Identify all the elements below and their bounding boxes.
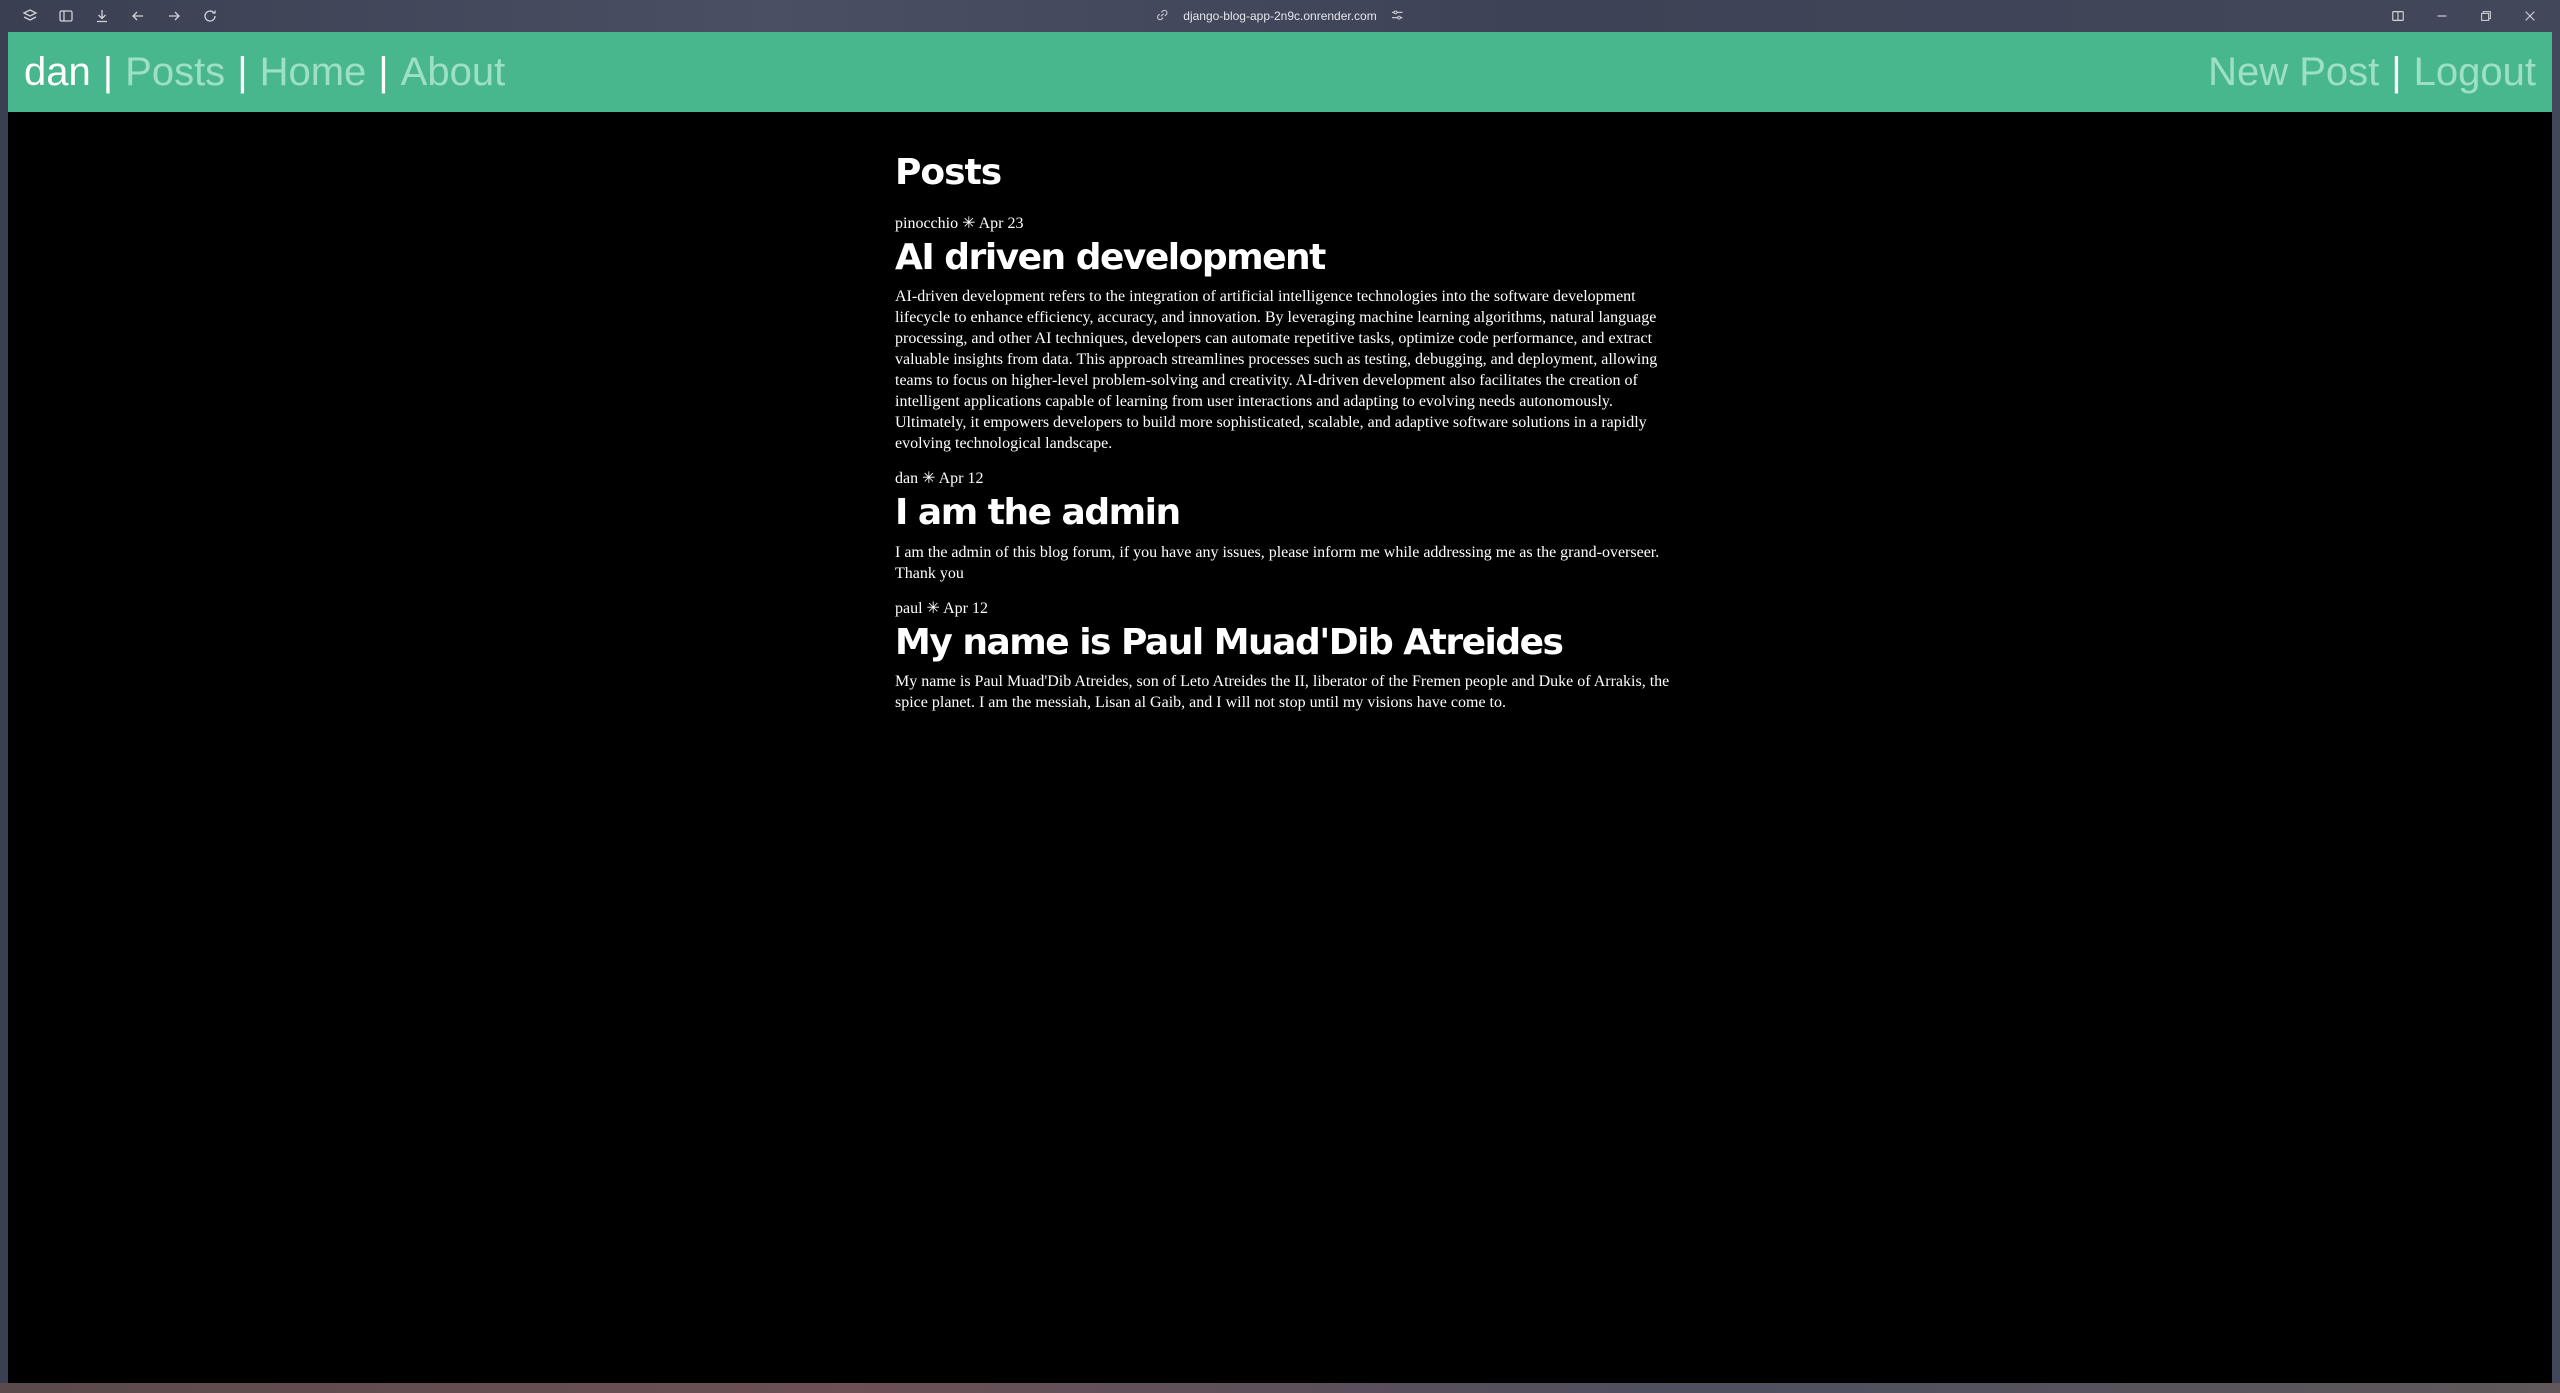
nav-link-about[interactable]: About	[401, 50, 506, 95]
nav-separator: |	[2391, 49, 2402, 94]
nav-link-home[interactable]: Home	[260, 50, 367, 95]
browser-nav-controls	[0, 0, 228, 32]
nav-link-posts[interactable]: Posts	[125, 50, 225, 95]
navbar-left: dan | Posts | Home | About	[24, 50, 505, 95]
post-body: I am the admin of this blog forum, if yo…	[895, 543, 1660, 582]
post-meta: dan ✳ Apr 12	[895, 470, 984, 488]
reload-icon[interactable]	[192, 0, 228, 32]
post-item: paul ✳ Apr 12 My name is Paul Muad'Dib A…	[895, 598, 1675, 713]
page-viewport: dan | Posts | Home | About New Post | Lo…	[8, 32, 2552, 1383]
post-body: AI-driven development refers to the inte…	[895, 288, 1658, 453]
minimize-icon[interactable]	[2420, 0, 2464, 32]
post-meta: pinocchio ✳ Apr 23	[895, 215, 1024, 232]
post-title-link[interactable]: I am the admin	[895, 492, 1675, 533]
logout-link[interactable]: Logout	[2414, 50, 2536, 95]
post-item: dan ✳ Apr 12 I am the admin I am the adm…	[895, 468, 1675, 583]
post-item: pinocchio ✳ Apr 23 AI driven development…	[895, 213, 1675, 454]
close-icon[interactable]	[2508, 0, 2552, 32]
site-navbar: dan | Posts | Home | About New Post | Lo…	[8, 32, 2552, 112]
sidebar-toggle-icon[interactable]	[48, 0, 84, 32]
post-title-link[interactable]: AI driven development	[895, 237, 1675, 278]
nav-separator: |	[378, 49, 389, 94]
desktop-background-strip	[0, 1383, 2560, 1393]
site-settings-icon[interactable]	[1391, 8, 1405, 25]
restore-icon[interactable]	[2464, 0, 2508, 32]
split-view-icon[interactable]	[2376, 0, 2420, 32]
post-title-link[interactable]: My name is Paul Muad'Dib Atreides	[895, 622, 1675, 663]
post-body: My name is Paul Muad'Dib Atreides, son o…	[895, 673, 1670, 712]
url-text[interactable]: django-blog-app-2n9c.onrender.com	[1183, 9, 1376, 23]
username-label: dan	[24, 49, 91, 94]
window-controls	[2376, 0, 2552, 32]
new-post-link[interactable]: New Post	[2208, 50, 2379, 95]
nav-separator: |	[237, 49, 248, 94]
forward-icon[interactable]	[156, 0, 192, 32]
navbar-right: New Post | Logout	[2208, 50, 2536, 95]
browser-menu-icon[interactable]	[12, 0, 48, 32]
post-meta: paul ✳ Apr 12	[895, 599, 988, 617]
back-icon[interactable]	[120, 0, 156, 32]
posts-main: Posts pinocchio ✳ Apr 23 AI driven devel…	[895, 152, 1675, 727]
browser-toolbar: django-blog-app-2n9c.onrender.com	[0, 0, 2560, 32]
download-icon[interactable]	[84, 0, 120, 32]
page-title: Posts	[895, 152, 1002, 193]
nav-separator: |	[102, 49, 114, 94]
address-bar[interactable]: django-blog-app-2n9c.onrender.com	[1155, 0, 1404, 32]
link-icon	[1155, 8, 1169, 25]
